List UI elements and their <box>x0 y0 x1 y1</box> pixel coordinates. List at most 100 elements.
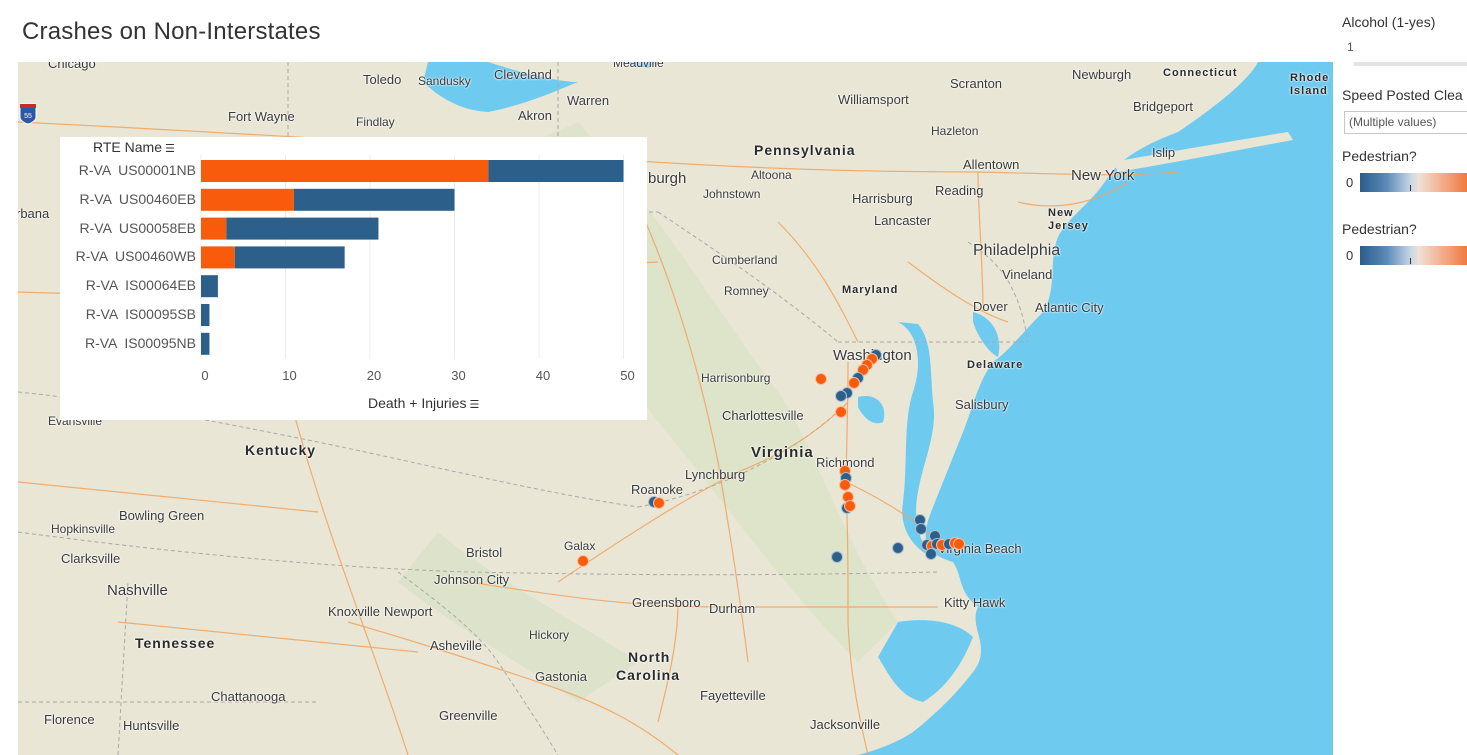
row-label: R-VA US00460WB <box>75 248 196 265</box>
state-label: Virginia <box>751 444 814 461</box>
city-label: Fayetteville <box>700 688 766 703</box>
alcohol-slider[interactable] <box>1354 62 1467 66</box>
crash-marker[interactable] <box>953 538 965 550</box>
city-label: Meadville <box>613 62 664 70</box>
crashes-by-route-chart[interactable]: RTE Name ☰ Death + Injuries ☰ 0 10 20 30 40 50 R… <box>60 137 647 420</box>
state-label: Delaware <box>967 359 1024 371</box>
pedestrian-legend-min: 0 <box>1346 248 1354 263</box>
state-label: North <box>628 649 671 665</box>
state-label: Tennessee <box>135 635 216 651</box>
crash-marker[interactable] <box>925 548 937 560</box>
city-label: Atlantic City <box>1035 300 1104 315</box>
crash-marker[interactable] <box>577 555 589 567</box>
sort-icon: ☰ <box>469 399 480 411</box>
crash-marker[interactable] <box>915 523 927 535</box>
x-tick-label: 20 <box>366 368 382 383</box>
city-label: Newport <box>384 604 433 619</box>
bar-segment-orange[interactable] <box>201 246 235 269</box>
state-label: New Jersey <box>1048 207 1089 232</box>
city-label: Reading <box>935 183 984 198</box>
svg-text:55: 55 <box>24 113 32 120</box>
city-label: Williamsport <box>838 92 909 107</box>
crash-marker[interactable] <box>835 390 847 402</box>
crash-marker[interactable] <box>815 373 827 385</box>
city-label: Altoona <box>751 168 792 182</box>
city-label: Durham <box>709 601 756 616</box>
state-label: Kentucky <box>245 442 317 458</box>
city-label: Vineland <box>1002 267 1053 282</box>
crash-marker[interactable] <box>653 497 665 509</box>
city-label: Romney <box>724 284 769 298</box>
state-label: Carolina <box>616 667 681 683</box>
x-tick-label: 50 <box>620 368 635 383</box>
x-tick-label: 0 <box>201 368 209 383</box>
crash-marker[interactable] <box>839 479 851 491</box>
bar-segment-blue[interactable] <box>293 188 455 211</box>
city-label: burgh <box>648 170 687 187</box>
alcohol-filter-label: Alcohol (1-yes) <box>1342 14 1436 30</box>
city-label: Cleveland <box>494 67 552 82</box>
bar-segment-orange[interactable] <box>201 217 227 240</box>
city-label: Hickory <box>529 628 570 642</box>
city-label: Newburgh <box>1072 67 1132 82</box>
pedestrian-legend-label: Pedestrian? <box>1342 148 1417 164</box>
city-label: Bowling Green <box>119 508 205 523</box>
city-label: Cumberland <box>712 253 778 267</box>
crash-marker[interactable] <box>844 500 856 512</box>
x-tick-label: 40 <box>535 368 551 383</box>
bar-segment-blue[interactable] <box>201 332 210 355</box>
pedestrian-legend-min: 0 <box>1346 175 1354 190</box>
city-label: Jacksonville <box>810 717 881 732</box>
city-label: Charlottesville <box>722 408 804 423</box>
city-label: Salisbury <box>955 397 1009 412</box>
city-label: Clarksville <box>61 551 121 566</box>
state-label: Pennsylvania <box>754 142 856 158</box>
speed-filter-dropdown[interactable]: (Multiple values) <box>1344 111 1467 134</box>
bar-segment-blue[interactable] <box>488 160 624 182</box>
crash-marker[interactable] <box>835 406 847 418</box>
city-label: Knoxville <box>328 604 381 619</box>
bar-segment-blue[interactable] <box>234 246 345 269</box>
state-label: Rhode Island <box>1290 72 1330 97</box>
city-label: Asheville <box>430 638 483 653</box>
bar-segment-orange[interactable] <box>201 160 489 182</box>
pedestrian-legend-label: Pedestrian? <box>1342 221 1417 237</box>
city-label: Hazleton <box>931 124 979 138</box>
row-label: R-VA US00460EB <box>79 190 196 207</box>
city-label: Akron <box>518 108 552 123</box>
speed-filter-label: Speed Posted Clea <box>1342 87 1463 103</box>
city-label: Johnstown <box>703 187 761 201</box>
bar-segment-orange[interactable] <box>201 188 294 211</box>
bar-segment-blue[interactable] <box>201 304 210 326</box>
bar-segment-blue[interactable] <box>226 217 379 240</box>
state-label: Maryland <box>842 284 899 296</box>
row-label: R-VA IS00095SB <box>85 306 196 322</box>
city-label: Sandusky <box>418 74 471 88</box>
city-label: Nashville <box>107 582 168 599</box>
city-label: Harrisonburg <box>701 371 771 385</box>
state-label: Connecticut <box>1163 67 1238 79</box>
x-axis-title[interactable]: Death + Injuries ☰ <box>368 395 479 411</box>
city-label: Lancaster <box>874 213 932 228</box>
city-label: Toledo <box>363 72 402 87</box>
crash-marker[interactable] <box>892 542 904 554</box>
bar-segment-blue[interactable] <box>201 275 218 298</box>
city-label: Johnson City <box>434 572 510 587</box>
city-label: Islip <box>1152 145 1176 160</box>
city-label: Bridgeport <box>1133 99 1193 114</box>
city-label: Scranton <box>950 76 1003 91</box>
city-label: Greensboro <box>632 595 701 610</box>
city-label: Allentown <box>963 157 1020 172</box>
city-label: Huntsville <box>123 718 180 733</box>
city-label: Gastonia <box>535 669 588 684</box>
row-label: R-VA US00058EB <box>79 219 196 236</box>
city-label: Philadelphia <box>973 242 1061 259</box>
x-tick-label: 30 <box>451 368 466 383</box>
pedestrian-color-legend <box>1360 246 1467 265</box>
crash-marker[interactable] <box>831 551 843 563</box>
filter-panel: Alcohol (1-yes) 1 Speed Posted Clea (Mul… <box>1334 0 1467 755</box>
city-label: Kitty Hawk <box>944 595 1006 610</box>
city-label: New York <box>1071 167 1135 184</box>
pedestrian-color-legend <box>1360 173 1467 192</box>
city-label: Fort Wayne <box>228 109 295 124</box>
